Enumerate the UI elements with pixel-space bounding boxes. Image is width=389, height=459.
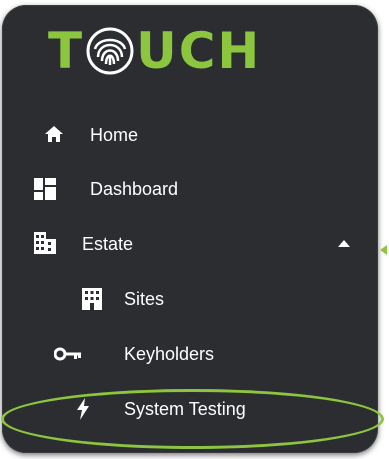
chevron-up-icon[interactable]	[338, 240, 350, 247]
menu-item-system-testing[interactable]: System Testing	[2, 389, 378, 429]
menu-item-estate[interactable]: Estate	[2, 224, 378, 264]
fingerprint-icon	[86, 27, 134, 75]
dashboard-icon	[34, 178, 56, 200]
menu-item-label: Dashboard	[90, 179, 179, 199]
menu-item-label: System Testing	[124, 399, 246, 419]
logo-text-right: UCH	[136, 22, 262, 80]
menu-item-dashboard[interactable]: Dashboard	[2, 169, 378, 209]
annotation-arrow-icon	[380, 245, 387, 255]
menu-item-sites[interactable]: Sites	[2, 279, 378, 319]
logo-text-left: T	[48, 22, 85, 80]
menu-item-keyholders[interactable]: Keyholders	[2, 334, 378, 374]
sites-icon	[82, 288, 102, 310]
menu-item-label: Home	[90, 125, 139, 145]
lightning-icon	[76, 398, 90, 420]
sidebar-panel: T UCH Home Dashboard Estate Sites Keyhol…	[2, 5, 378, 453]
menu-item-home[interactable]: Home	[2, 115, 378, 155]
building-icon	[34, 232, 56, 254]
touch-logo: T UCH	[48, 25, 261, 77]
key-icon	[54, 347, 82, 361]
menu-item-label: Sites	[124, 289, 165, 309]
menu-item-label: Keyholders	[124, 344, 215, 364]
home-icon	[44, 125, 64, 143]
menu-item-label: Estate	[82, 234, 134, 254]
